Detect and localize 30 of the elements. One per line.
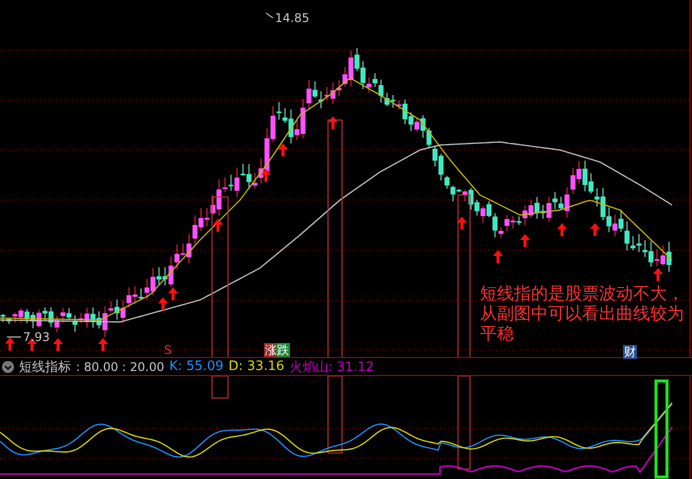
indicator-value: D: 33.16 [228,359,284,374]
indicator-value: 火焰山: 31.12 [289,358,374,376]
highlight-frame [212,376,228,398]
leader-line [266,12,274,18]
up-arrow-icon [328,116,338,130]
collapse-icon[interactable] [2,360,14,372]
indicator-value: K: 55.09 [169,359,224,374]
up-arrow-icon [168,287,178,300]
low-price-label: 7.93 [23,330,50,344]
indicator-name: 短线指标 [19,358,71,376]
high-price-label: 14.85 [275,11,310,25]
up-arrow-icon [158,297,168,310]
up-arrow-icon [213,218,223,232]
up-arrow-icon [98,338,108,351]
up-arrow-icon [5,338,15,350]
event-badge[interactable]: 财 [623,345,637,359]
event-badge[interactable]: 跌 [276,343,290,357]
up-arrow-icon [261,168,271,182]
up-arrow-icon [520,234,530,247]
event-badge[interactable]: S [163,343,173,357]
up-arrow-icon [493,250,503,263]
annotation-text: 短线指的是股票波动不大，从副图中可以看出曲线较为平稳 [480,284,685,344]
up-arrow-icon [457,216,467,230]
up-arrow-icon [278,143,288,156]
up-arrow-icon [590,223,600,236]
up-arrow-icon [653,268,663,281]
leader-line [6,336,22,338]
up-arrow-icon [557,223,567,236]
up-arrow-icon [53,338,63,351]
indicator-params: : 80.00 : 20.00 [76,360,164,374]
